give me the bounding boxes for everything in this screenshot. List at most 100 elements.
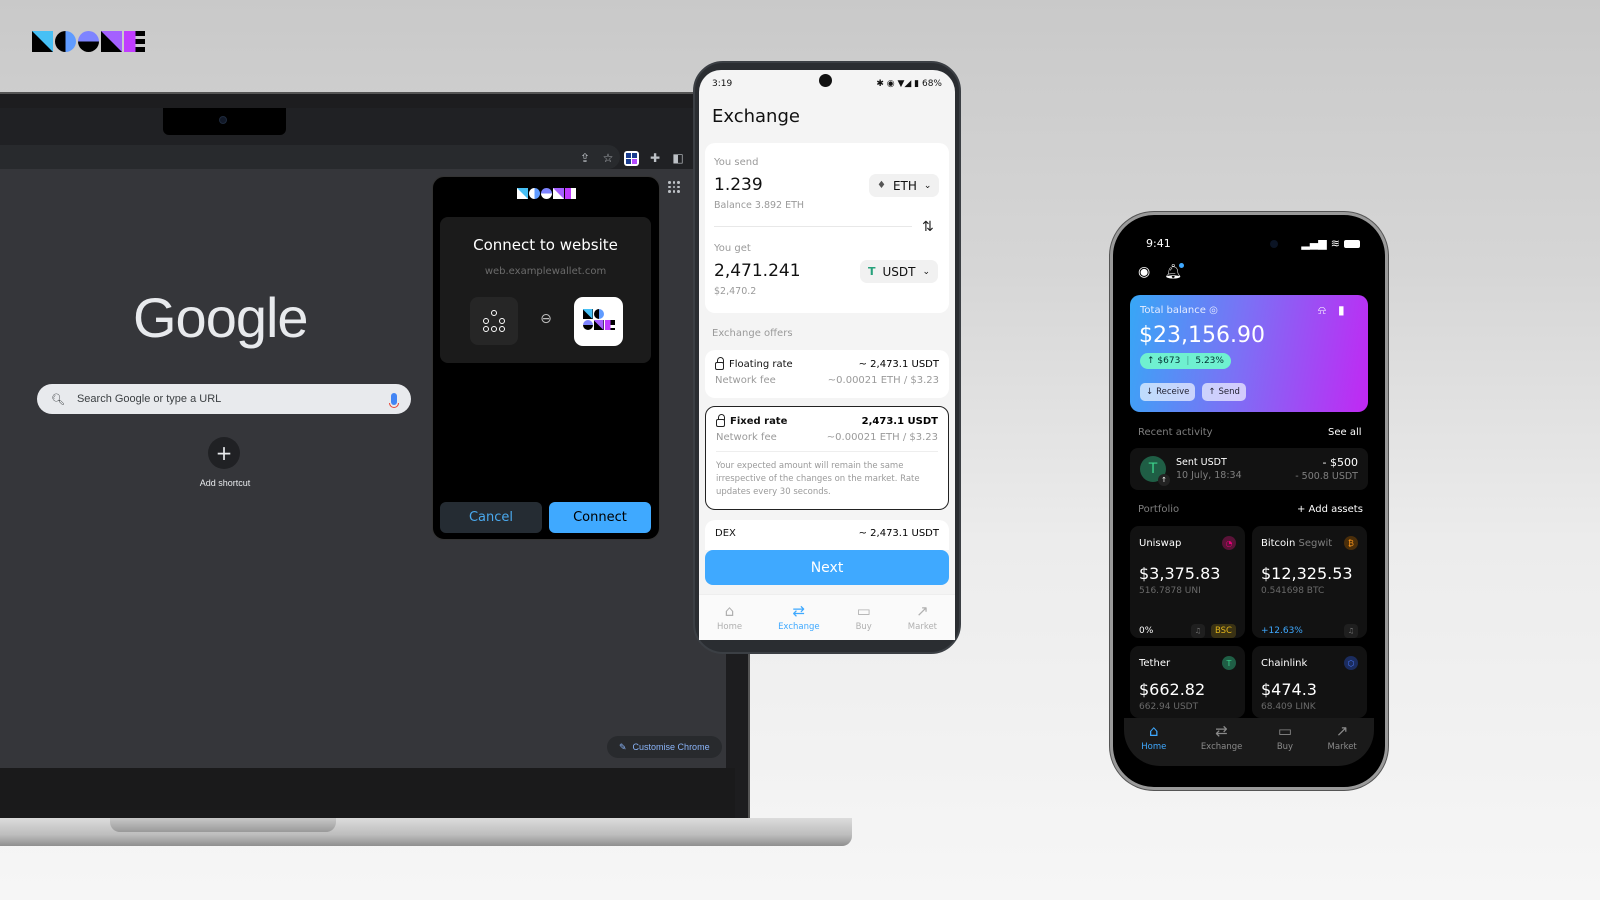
send-button[interactable]: ↑ Send (1202, 383, 1246, 401)
analytics-bars-icon[interactable]: ▮ (1338, 303, 1345, 318)
nav-buy[interactable]: ▭ Buy (856, 603, 872, 632)
laptop-foot (110, 818, 336, 832)
status-time: 9:41 (1146, 237, 1171, 250)
offer-name: Fixed rate (730, 415, 788, 427)
next-button[interactable]: Next (705, 550, 949, 585)
change-percent: 5.23% (1195, 356, 1224, 366)
customise-chrome-button[interactable]: ✎ Customise Chrome (607, 736, 722, 758)
asset-value: $3,375.83 (1139, 564, 1221, 583)
logo-glyph-e (604, 320, 615, 330)
fee-value: ~0.00021 ETH / $3.23 (826, 432, 938, 443)
logo-glyph-o (582, 320, 593, 330)
nav-buy[interactable]: ▭ Buy (1277, 724, 1293, 753)
pencil-icon: ✎ (619, 741, 627, 752)
wifi-icon: ≋ (1330, 237, 1340, 250)
asset-value: $474.3 (1261, 680, 1317, 699)
offer-floating-rate[interactable]: Floating rate ~ 2,473.1 USDT Network fee… (705, 350, 949, 398)
offer-dex[interactable]: DEX ~ 2,473.1 USDT (705, 520, 949, 550)
usdt-icon: T (868, 265, 876, 278)
activity-date: 10 July, 18:34 (1176, 470, 1242, 481)
nav-label: Market (1327, 742, 1357, 752)
get-usd-value: $2,470.2 (714, 286, 757, 297)
status-icons: ✱ ◉ ▼◢ ▮ 68% (876, 79, 942, 89)
send-token-label: ETH (892, 178, 917, 193)
address-bar[interactable] (0, 145, 620, 169)
asset-change: +12.63% (1261, 626, 1303, 636)
side-panel-icon[interactable]: ◧ (671, 151, 685, 165)
offer-fixed-rate[interactable]: Fixed rate 2,473.1 USDT Network fee ~0.00… (705, 406, 949, 510)
portfolio-label: Portfolio (1138, 504, 1180, 515)
swap-direction-icon[interactable]: ⇅ (922, 219, 934, 235)
send-token-select[interactable]: ♦ ETH ⌄ (869, 174, 940, 197)
logo-glyph-o (593, 309, 604, 319)
add-assets-button[interactable]: + Add assets (1297, 504, 1363, 515)
nav-label: Home (716, 621, 743, 632)
send-amount-input[interactable]: 1.239 (714, 175, 763, 195)
extensions-puzzle-icon[interactable]: ✚ (648, 151, 662, 165)
chevron-down-icon: ⌄ (922, 266, 931, 277)
network-badge: BSC (1210, 624, 1236, 638)
divider (714, 226, 912, 227)
asset-card-uniswap[interactable]: Uniswap ◔ $3,375.83 516.7878 UNI 0% ♫ BSC (1130, 526, 1245, 638)
nav-label: Home (1141, 742, 1167, 752)
asset-quantity: 0.541698 BTC (1261, 586, 1325, 596)
camera-icon (219, 116, 227, 124)
dots-logo-icon (483, 310, 505, 332)
market-chart-icon: ↗ (916, 601, 929, 620)
balance-label-text: Total balance (1140, 305, 1206, 316)
tether-coin-icon: T (1222, 656, 1236, 670)
search-placeholder: Search Google or type a URL (76, 393, 222, 405)
nav-home[interactable]: ⌂ Home (716, 603, 743, 632)
nav-exchange[interactable]: ⇄ Exchange (1201, 724, 1243, 753)
noone-wallet-icon (574, 297, 623, 346)
asset-card-bitcoin[interactable]: Bitcoin Segwit ₿ $12,325.53 0.541698 BTC … (1252, 526, 1367, 638)
eye-icon[interactable]: ◎ (1209, 305, 1218, 316)
alert-bell-icon[interactable]: ♫ (1190, 624, 1205, 638)
send-balance: Balance 3.892 ETH (714, 200, 805, 211)
logo-glyph-n (593, 320, 604, 330)
logo-glyph-o (541, 188, 552, 199)
offer-amount: ~ 2,473.1 USDT (858, 528, 939, 539)
total-balance-value: $23,156.90 (1139, 323, 1265, 348)
receive-button[interactable]: ↓ Receive (1140, 383, 1196, 401)
fixed-rate-note: Your expected amount will remain the sam… (716, 451, 938, 499)
add-shortcut-button[interactable]: + (208, 437, 240, 469)
offer-amount: ~ 2,473.1 USDT (858, 358, 939, 370)
cancel-button[interactable]: Cancel (440, 502, 542, 533)
asset-card-tether[interactable]: Tether T $662.82 662.94 USDT (1130, 646, 1245, 718)
bookmark-star-icon[interactable]: ☆ (601, 151, 615, 165)
share-icon[interactable]: ⇪ (578, 151, 592, 165)
nav-market[interactable]: ↗ Market (1327, 724, 1357, 753)
send-label: Send (1218, 387, 1240, 397)
android-bottom-nav: ⌂ Home ⇄ Exchange ▭ Buy ↗ Market (699, 594, 955, 640)
see-all-link[interactable]: See all (1328, 427, 1362, 438)
profile-icon[interactable]: ◉ (1138, 264, 1150, 280)
microphone-icon[interactable] (389, 393, 399, 408)
get-token-select[interactable]: T USDT ⌄ (860, 260, 939, 283)
noone-logo (32, 31, 145, 52)
nav-exchange[interactable]: ⇄ Exchange (778, 603, 820, 632)
alert-bell-icon[interactable]: ♫ (1344, 624, 1358, 638)
lock-icon (716, 414, 725, 427)
asset-card-chainlink[interactable]: Chainlink ⬡ $474.3 68.409 LINK (1252, 646, 1367, 718)
chainlink-coin-icon: ⬡ (1344, 656, 1358, 670)
uniswap-coin-icon: ◔ (1222, 536, 1236, 550)
apps-grid-icon[interactable] (668, 181, 680, 193)
nav-market[interactable]: ↗ Market (908, 601, 937, 632)
noone-extension-icon[interactable] (624, 150, 639, 166)
get-token-label: USDT (882, 264, 916, 279)
eth-icon: ♦ (877, 180, 886, 191)
home-header: ◉ 🔔︎ (1138, 263, 1184, 280)
activity-amount: - 500.8 USDT (1295, 471, 1358, 482)
plus-icon: + (215, 441, 233, 465)
status-time: 3:19 (712, 79, 733, 89)
popup-title: Connect to website (473, 236, 618, 254)
notification-bell-icon[interactable]: 🔔︎ (1164, 263, 1184, 280)
change-amount: ↑ $673 (1147, 356, 1181, 366)
connect-button[interactable]: Connect (549, 502, 651, 533)
nav-home[interactable]: ⌂ Home (1141, 724, 1167, 753)
fee-label: Network fee (715, 375, 776, 386)
google-search-box[interactable]: 🔍︎ Search Google or type a URL (37, 384, 411, 414)
activity-item[interactable]: T ↑ Sent USDT 10 July, 18:34 - $500 - 500… (1130, 448, 1368, 490)
price-alert-icon[interactable]: ⍾ (1318, 303, 1326, 318)
